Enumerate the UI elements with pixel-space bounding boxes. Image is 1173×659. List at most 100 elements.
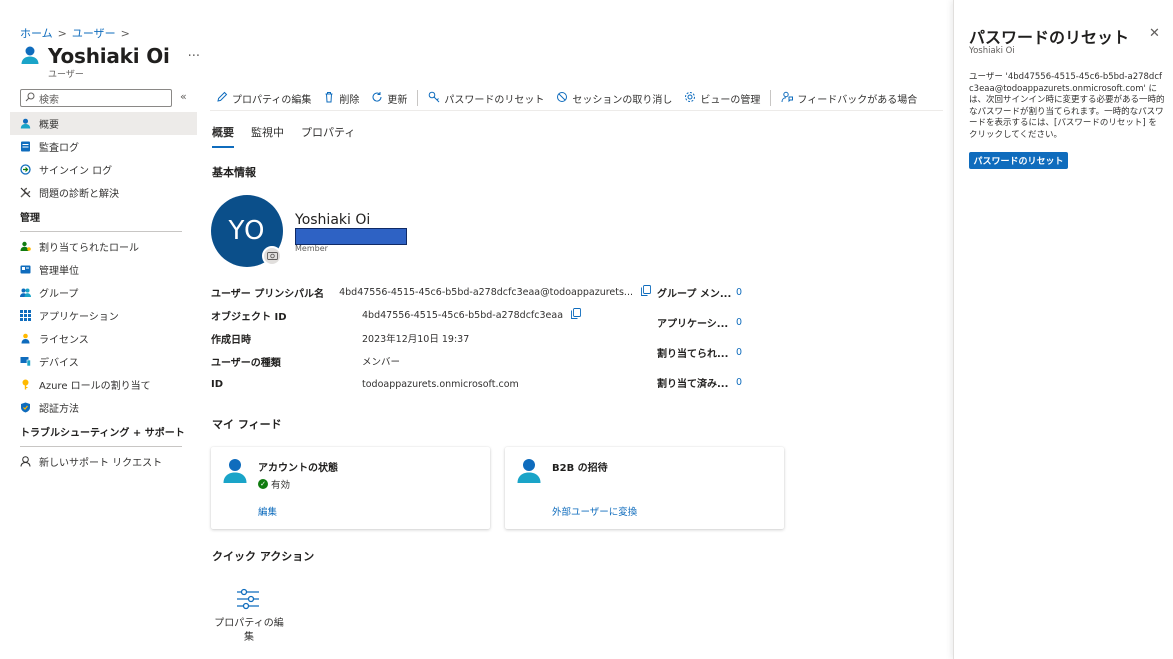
tab-properties[interactable]: プロパティ [301, 124, 355, 148]
sidebar-item-assigned-roles[interactable]: 割り当てられたロール [10, 235, 197, 258]
sidebar-item-signin-logs[interactable]: サインイン ログ [10, 158, 197, 181]
sidebar-item-label: 管理単位 [39, 266, 79, 277]
quick-action-edit-properties[interactable]: プロパティの編集 [212, 617, 286, 645]
key-icon [428, 91, 440, 106]
sidebar-item-auth-methods[interactable]: 認証方法 [10, 396, 197, 419]
sidebar-item-label: 割り当てられたロール [39, 243, 139, 254]
property-value: 4bd47556-4515-45c6-b5bd-a278dcfc3eaa@tod… [339, 286, 633, 298]
profile-name: Yoshiaki Oi [295, 212, 371, 228]
gear-icon [684, 91, 696, 106]
refresh-icon [371, 91, 383, 106]
collapse-sidebar-button[interactable]: « [180, 90, 187, 103]
delete-label: 削除 [339, 94, 360, 106]
copy-icon[interactable] [571, 308, 581, 322]
page-subtitle: ユーザー [48, 70, 84, 80]
sidebar-item-audit-logs[interactable]: 監査ログ [10, 135, 197, 158]
change-photo-button[interactable] [262, 246, 282, 266]
sidebar-item-label: サインイン ログ [39, 166, 113, 177]
edit-properties-button[interactable]: プロパティの編集 [210, 88, 317, 108]
admin-unit-icon [20, 264, 31, 275]
count-label: 割り当て済み... [657, 378, 729, 390]
search-input[interactable]: 検索 [20, 89, 172, 107]
page-header: Yoshiaki Oi ··· [20, 44, 200, 68]
count-value[interactable]: 0 [736, 317, 742, 328]
count-value[interactable]: 0 [736, 377, 742, 388]
more-options-button[interactable]: ··· [188, 49, 200, 64]
tab-overview[interactable]: 概要 [212, 124, 234, 148]
account-status: ✓ 有効 [258, 477, 290, 491]
identity-link[interactable]: todoappazurets.onmicrosoft.com [362, 379, 519, 390]
signin-icon [20, 164, 31, 175]
breadcrumb-separator: > [120, 26, 130, 40]
sidebar-item-applications[interactable]: アプリケーション [10, 304, 197, 327]
breadcrumb-users[interactable]: ユーザー [72, 25, 116, 41]
count-row: 割り当て済み... 0 [657, 375, 777, 390]
sidebar-section-troubleshooting: トラブルシューティング + サポート [20, 428, 185, 439]
property-value: メンバー [362, 357, 401, 368]
sidebar-item-label: 概要 [39, 120, 59, 131]
tab-monitoring[interactable]: 監視中 [251, 124, 284, 148]
panel-subtitle: Yoshiaki Oi [969, 46, 1015, 56]
check-icon: ✓ [258, 479, 268, 489]
user-icon [20, 118, 31, 129]
sidebar-item-admin-units[interactable]: 管理単位 [10, 258, 197, 281]
sidebar-item-groups[interactable]: グループ [10, 281, 197, 304]
my-feed-heading: マイ フィード [212, 418, 282, 431]
feedback-button[interactable]: フィードバックがある場合 [775, 88, 923, 108]
property-value-wrap: 4bd47556-4515-45c6-b5bd-a278dcfc3eaa@tod… [339, 285, 651, 299]
copy-icon[interactable] [641, 285, 651, 299]
breadcrumb-home[interactable]: ホーム [20, 25, 53, 41]
property-label: ユーザーの種類 [211, 357, 281, 369]
sidebar-item-label: Azure ロールの割り当て [39, 381, 151, 392]
revoke-sessions-label: セッションの取り消し [572, 94, 673, 106]
reset-password-submit-button[interactable]: パスワードのリセット [969, 152, 1068, 169]
divider [20, 231, 182, 232]
panel-title: パスワードのリセット [969, 28, 1130, 47]
sidebar-item-label: グループ [39, 289, 79, 300]
command-bar: プロパティの編集 削除 更新 パスワードのリセット セッションの取り消し ビュー… [210, 88, 923, 108]
reset-password-button[interactable]: パスワードのリセット [422, 88, 550, 108]
revoke-sessions-button[interactable]: セッションの取り消し [550, 88, 678, 108]
edit-link[interactable]: 編集 [258, 504, 277, 518]
feedback-label: フィードバックがある場合 [797, 94, 918, 106]
block-icon [556, 91, 568, 106]
delete-button[interactable]: 削除 [317, 88, 365, 108]
property-value-wrap: 4bd47556-4515-45c6-b5bd-a278dcfc3eaa [362, 308, 581, 322]
count-value[interactable]: 0 [736, 287, 742, 298]
status-text: 有効 [271, 480, 291, 491]
count-label: 割り当てられ... [657, 348, 729, 360]
sidebar-item-new-support-request[interactable]: 新しいサポート リクエスト [10, 450, 197, 473]
count-value[interactable]: 0 [736, 347, 742, 358]
sidebar-item-azure-role-assignments[interactable]: Azure ロールの割り当て [10, 373, 197, 396]
toolbar-divider [770, 90, 772, 106]
sidebar-item-devices[interactable]: デバイス [10, 350, 197, 373]
sidebar-item-label: 監査ログ [39, 143, 79, 154]
sidebar-item-licenses[interactable]: ライセンス [10, 327, 197, 350]
feedback-icon [781, 91, 794, 106]
manage-view-button[interactable]: ビューの管理 [678, 88, 766, 108]
camera-icon [266, 250, 278, 263]
card-title: B2B の招待 [552, 463, 608, 474]
sidebar-item-label: 認証方法 [39, 404, 79, 415]
sidebar-item-overview[interactable]: 概要 [10, 112, 197, 135]
panel-description: ユーザー '4bd47556-4515-45c6-b5bd-a278dcfc3e… [969, 72, 1165, 140]
property-value: 2023年12月10日 19:37 [362, 334, 470, 345]
property-label: 作成日時 [211, 334, 251, 346]
property-label: オブジェクト ID [211, 311, 287, 323]
search-placeholder: 検索 [39, 94, 59, 106]
sidebar-item-label: 新しいサポート リクエスト [39, 458, 163, 469]
convert-external-user-link[interactable]: 外部ユーザーに変換 [552, 504, 637, 518]
manage-view-label: ビューの管理 [700, 94, 761, 106]
log-icon [20, 141, 31, 152]
sidebar-item-diagnose[interactable]: 問題の診断と解決 [10, 181, 197, 204]
close-icon[interactable]: ✕ [1149, 26, 1160, 41]
license-icon [20, 333, 31, 344]
breadcrumb: ホーム > ユーザー > [20, 25, 130, 41]
shield-icon [20, 402, 31, 413]
sliders-icon[interactable] [236, 588, 260, 613]
pencil-icon [216, 91, 228, 106]
refresh-button[interactable]: 更新 [365, 88, 413, 108]
account-status-card: アカウントの状態 ✓ 有効 編集 [211, 447, 490, 529]
divider [20, 446, 182, 447]
count-row: 割り当てられ... 0 [657, 345, 777, 360]
